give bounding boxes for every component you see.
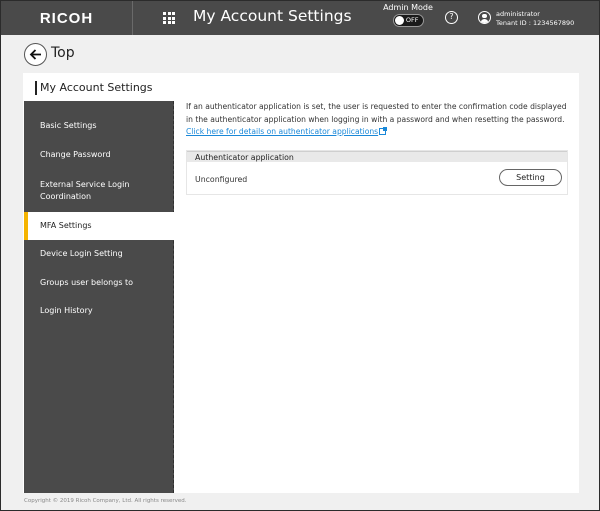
sidebar-item-login-history[interactable]: Login History bbox=[24, 297, 174, 325]
apps-grid-icon[interactable] bbox=[163, 12, 175, 24]
help-icon[interactable]: ? bbox=[445, 11, 458, 24]
arrow-left-icon bbox=[29, 49, 41, 60]
sidebar-item-device-login-setting[interactable]: Device Login Setting bbox=[24, 240, 174, 268]
header-divider bbox=[132, 1, 133, 35]
sidebar-item-label: Change Password bbox=[40, 150, 111, 159]
sidebar-item-label: MFA Settings bbox=[40, 221, 92, 230]
user-icon[interactable] bbox=[478, 11, 491, 24]
ricoh-logo[interactable]: RICOH bbox=[40, 10, 93, 27]
authenticator-section: Authenticator application Unconfigured S… bbox=[186, 150, 568, 195]
main-panel: My Account Settings Basic Settings Chang… bbox=[23, 73, 579, 493]
sidebar-item-external-service-login[interactable]: External Service Login Coordination bbox=[24, 171, 174, 211]
sidebar-item-label: Basic Settings bbox=[40, 121, 97, 130]
sidebar-item-label: Login History bbox=[40, 306, 93, 315]
logo-area: RICOH bbox=[1, 1, 132, 35]
sidebar: Basic Settings Change Password External … bbox=[24, 101, 174, 493]
admin-mode-label: Admin Mode bbox=[383, 3, 433, 12]
external-link-icon bbox=[379, 127, 388, 135]
admin-mode: Admin Mode OFF bbox=[382, 3, 434, 31]
section-header: Authenticator application bbox=[187, 151, 567, 162]
sidebar-item-label: Device Login Setting bbox=[40, 249, 123, 258]
description-text: If an authenticator application is set, … bbox=[186, 102, 567, 124]
sidebar-item-basic-settings[interactable]: Basic Settings bbox=[24, 112, 174, 140]
sidebar-item-mfa-settings[interactable]: MFA Settings bbox=[24, 212, 174, 240]
user-name: administrator bbox=[496, 10, 540, 18]
top-bar: RICOH My Account Settings Admin Mode OFF… bbox=[1, 1, 599, 35]
copyright: Copyright © 2019 Ricoh Company, Ltd. All… bbox=[24, 498, 187, 504]
sidebar-item-groups[interactable]: Groups user belongs to bbox=[24, 269, 174, 297]
setting-button[interactable]: Setting bbox=[499, 169, 562, 186]
app-title: My Account Settings bbox=[193, 7, 352, 25]
admin-mode-toggle[interactable]: OFF bbox=[392, 14, 424, 27]
mfa-description: If an authenticator application is set, … bbox=[186, 101, 571, 139]
authenticator-help-link[interactable]: Click here for details on authenticator … bbox=[186, 127, 388, 136]
sidebar-item-label: External Service Login Coordination bbox=[40, 180, 130, 201]
panel-title: My Account Settings bbox=[35, 81, 153, 95]
back-label[interactable]: Top bbox=[51, 45, 75, 61]
sidebar-item-change-password[interactable]: Change Password bbox=[24, 141, 174, 169]
tenant-id: Tenant ID : 1234567890 bbox=[496, 19, 575, 27]
authenticator-status: Unconfigured bbox=[195, 175, 248, 184]
toggle-knob bbox=[394, 16, 404, 25]
user-icon-body bbox=[480, 19, 488, 23]
back-button[interactable] bbox=[24, 43, 47, 66]
toggle-state: OFF bbox=[405, 16, 419, 24]
user-info[interactable]: administrator Tenant ID : 1234567890 bbox=[496, 10, 574, 28]
link-text: Click here for details on authenticator … bbox=[186, 127, 379, 136]
user-icon-head bbox=[482, 13, 487, 18]
sidebar-item-label: Groups user belongs to bbox=[40, 278, 134, 287]
